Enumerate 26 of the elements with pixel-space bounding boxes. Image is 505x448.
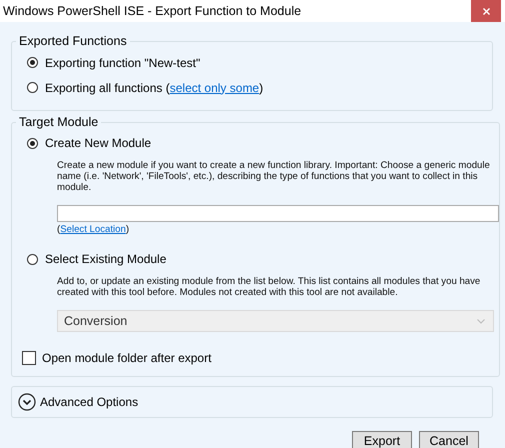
radio-button[interactable] [27, 138, 38, 148]
radio-label: Select Existing Module [45, 252, 166, 266]
window-title: Windows PowerShell ISE - Export Function to Module [3, 4, 302, 18]
checkbox[interactable] [22, 351, 36, 365]
radio-button[interactable] [27, 57, 38, 68]
select-link[interactable]: select only some [170, 80, 260, 94]
radio-button[interactable] [27, 82, 38, 93]
radio-button[interactable] [27, 254, 38, 264]
radio-label: Create New Module [45, 136, 152, 150]
group-title: Exported Functions [18, 34, 128, 48]
export-button[interactable]: Export [352, 431, 412, 448]
advanced-options-expander[interactable]: Advanced Options [11, 386, 493, 418]
description-text: Add to, or update an existing module from the list below. This list contains all modules that you have created with this tool before. Modules not created with this tool are not available. [57, 276, 482, 298]
checkbox-label: Open module folder after export [42, 351, 212, 365]
close-button[interactable] [471, 0, 501, 22]
location-text: (Select Location) [57, 224, 130, 235]
chevron-down-icon [477, 318, 485, 324]
cancel-button[interactable]: Cancel [419, 431, 479, 448]
advanced-options-label: Advanced Options [40, 395, 138, 409]
description-text: Create a new module if you want to create a new function library. Important: Choose a generic module name (i.e. 'Network', 'FileTools', etc.), describing the type of functions that you want to collect in this module. [57, 160, 491, 193]
module-name-field[interactable] [57, 205, 499, 222]
close-icon [482, 8, 490, 14]
radio-label: Exporting all functions (select only some) [45, 80, 264, 94]
group-title: Target Module [18, 115, 100, 129]
radio-label: Exporting function "New-test" [45, 56, 200, 70]
select-location-link[interactable]: Select Location [60, 224, 126, 235]
